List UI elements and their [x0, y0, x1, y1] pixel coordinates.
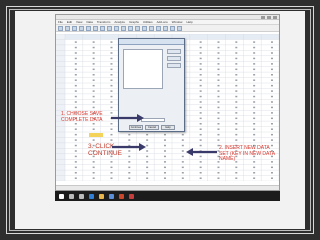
step-2-arrowhead: [186, 148, 193, 156]
windows-icon[interactable]: [59, 193, 64, 199]
step-1-arrowhead: [137, 114, 144, 122]
taskbar: [55, 191, 280, 201]
annotation-arrows: [111, 114, 217, 156]
store-icon[interactable]: [109, 193, 114, 199]
powerpoint-icon[interactable]: [119, 193, 124, 199]
edge-icon[interactable]: [89, 193, 94, 199]
explorer-icon[interactable]: [99, 193, 104, 199]
task-view-icon[interactable]: [79, 193, 84, 199]
search-icon[interactable]: [69, 193, 74, 199]
spss-icon[interactable]: [129, 193, 134, 199]
step-3-arrowhead: [139, 143, 146, 151]
